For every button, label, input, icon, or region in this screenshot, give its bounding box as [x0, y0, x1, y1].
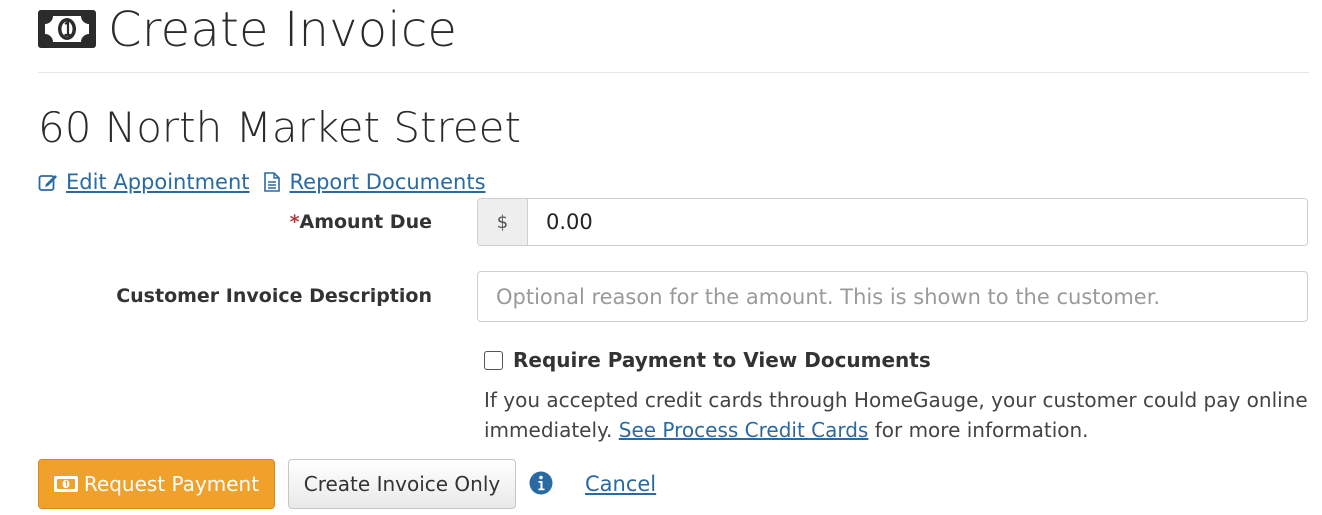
appointment-links: Edit Appointment Report Documents	[38, 169, 486, 195]
cancel-link[interactable]: Cancel	[585, 471, 656, 497]
report-documents-link[interactable]: Report Documents	[290, 169, 486, 195]
money-bill-icon	[38, 10, 96, 48]
see-process-credit-cards-link[interactable]: See Process Credit Cards	[619, 418, 869, 442]
page-title: Create Invoice	[108, 2, 458, 58]
currency-addon: $	[478, 199, 528, 245]
require-payment-label[interactable]: Require Payment to View Documents	[513, 348, 931, 372]
edit-icon	[38, 175, 57, 191]
customer-invoice-description-label: Customer Invoice Description	[116, 285, 432, 307]
appointment-address: 60 North Market Street	[38, 103, 521, 152]
document-icon	[263, 172, 280, 192]
money-bill-icon	[53, 476, 78, 492]
edit-appointment-link[interactable]: Edit Appointment	[66, 169, 250, 195]
request-payment-label: Request Payment	[83, 472, 260, 496]
require-payment-checkbox[interactable]	[484, 350, 503, 370]
amount-due-input[interactable]	[528, 199, 1307, 245]
amount-due-group: $	[477, 198, 1308, 246]
info-circle-icon[interactable]	[529, 471, 553, 495]
create-invoice-only-button[interactable]: Create Invoice Only	[288, 459, 516, 509]
require-payment-row[interactable]: Require Payment to View Documents	[484, 348, 931, 372]
customer-invoice-description-input[interactable]	[477, 271, 1308, 322]
amount-due-label-text: Amount Due	[299, 211, 433, 233]
help-text-after: for more information.	[868, 418, 1089, 442]
credit-card-help-text: If you accepted credit cards through Hom…	[484, 385, 1314, 445]
required-indicator: *	[289, 211, 300, 233]
amount-due-label: *Amount Due	[290, 211, 432, 233]
request-payment-button[interactable]: Request Payment	[38, 459, 275, 509]
